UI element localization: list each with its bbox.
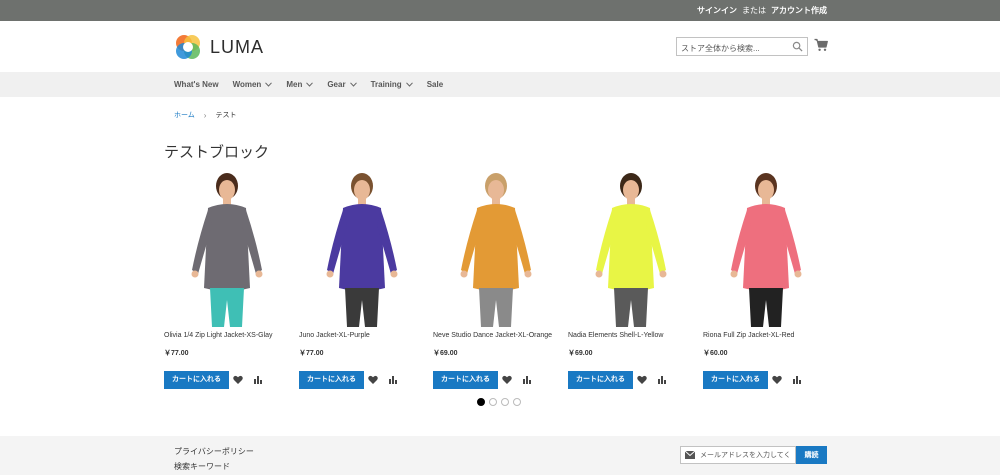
product-price: ￥69.00 xyxy=(568,350,593,357)
nav-item-sale[interactable]: Sale xyxy=(427,80,443,89)
product-name[interactable]: Riona Full Zip Jacket-XL-Red xyxy=(703,332,794,339)
nav-item-label: Training xyxy=(370,80,402,89)
product-name[interactable]: Olivia 1/4 Zip Light Jacket-XS-Glay xyxy=(164,332,273,339)
footer-link-search-terms[interactable]: 検索キーワード xyxy=(174,461,230,472)
logo[interactable]: LUMA xyxy=(174,33,264,61)
product-image[interactable] xyxy=(703,170,830,327)
compare-icon[interactable] xyxy=(792,375,802,385)
product-price: ￥77.00 xyxy=(299,350,324,357)
breadcrumb: ホーム › テスト xyxy=(174,110,236,120)
product-price: ￥77.00 xyxy=(164,350,189,357)
nav-item-men[interactable]: Men xyxy=(286,80,314,89)
create-account-link[interactable]: アカウント作成 xyxy=(771,6,827,15)
compare-icon[interactable] xyxy=(657,375,667,385)
product-image[interactable] xyxy=(568,170,695,327)
add-to-cart-button[interactable]: カートに入れる xyxy=(568,371,633,389)
nav-item-label: Gear xyxy=(327,80,346,89)
carousel-dot[interactable] xyxy=(477,398,485,406)
luma-logo-icon xyxy=(176,35,200,59)
add-to-cart-button[interactable]: カートに入れる xyxy=(164,371,229,389)
product-price: ￥60.00 xyxy=(703,350,728,357)
heart-icon[interactable] xyxy=(233,375,243,385)
heart-icon[interactable] xyxy=(368,375,378,385)
mail-icon xyxy=(685,451,695,459)
carousel-dot[interactable] xyxy=(489,398,497,406)
footer-link-privacy[interactable]: プライバシーポリシー xyxy=(174,446,254,457)
carousel-pager xyxy=(477,398,525,406)
product-card: Olivia 1/4 Zip Light Jacket-XS-Glay ￥77.… xyxy=(164,170,291,395)
compare-icon[interactable] xyxy=(253,375,263,385)
heart-icon[interactable] xyxy=(637,375,647,385)
top-bar: サインイン または アカウント作成 xyxy=(0,0,1000,21)
chevron-down-icon xyxy=(349,82,357,87)
page-title: テストブロック xyxy=(164,144,270,161)
nav-item-label: Men xyxy=(286,80,303,89)
header: LUMA xyxy=(0,21,1000,72)
or-text: または xyxy=(742,6,766,15)
subscribe-button[interactable]: 購読 xyxy=(796,446,827,464)
nav-item-gear[interactable]: Gear xyxy=(327,80,357,89)
product-name[interactable]: Neve Studio Dance Jacket-XL-Orange xyxy=(433,332,552,339)
nav-item-label: Sale xyxy=(426,80,444,89)
heart-icon[interactable] xyxy=(502,375,512,385)
breadcrumb-separator: › xyxy=(203,110,207,120)
product-image[interactable] xyxy=(433,170,560,327)
carousel-dot[interactable] xyxy=(513,398,521,406)
logo-text: LUMA xyxy=(210,36,265,57)
newsletter-box xyxy=(680,446,796,464)
product-grid: Olivia 1/4 Zip Light Jacket-XS-Glay ￥77.… xyxy=(164,170,840,395)
nav-item-label: What's New xyxy=(174,80,219,89)
add-to-cart-button[interactable]: カートに入れる xyxy=(299,371,364,389)
breadcrumb-home[interactable]: ホーム xyxy=(174,110,195,120)
heart-icon[interactable] xyxy=(772,375,782,385)
nav-item-label: Women xyxy=(232,80,262,89)
search-box xyxy=(676,37,808,57)
compare-icon[interactable] xyxy=(388,375,398,385)
product-name[interactable]: Juno Jacket-XL-Purple xyxy=(299,332,370,339)
add-to-cart-button[interactable]: カートに入れる xyxy=(433,371,498,389)
product-card: Nadia Elements Shell-L-Yellow ￥69.00 カート… xyxy=(568,170,695,395)
chevron-down-icon xyxy=(265,82,273,87)
compare-icon[interactable] xyxy=(522,375,532,385)
nav-item-what-s-new[interactable]: What's New xyxy=(174,80,219,89)
product-card: Juno Jacket-XL-Purple ￥77.00 カートに入れる xyxy=(299,170,426,395)
cart-icon[interactable] xyxy=(814,38,828,52)
add-to-cart-button[interactable]: カートに入れる xyxy=(703,371,768,389)
header-links: サインイン または アカウント作成 xyxy=(697,0,827,21)
product-image[interactable] xyxy=(164,170,291,327)
footer: プライバシーポリシー 検索キーワード 購読 xyxy=(0,436,1000,475)
breadcrumb-current: テスト xyxy=(215,112,237,119)
main-nav: What's New Women Men Gear Training Sale xyxy=(0,72,1000,97)
search-icon[interactable] xyxy=(792,41,803,52)
newsletter-email-input[interactable] xyxy=(698,447,794,463)
nav-item-training[interactable]: Training xyxy=(371,80,413,89)
sign-in-link[interactable]: サインイン xyxy=(697,6,737,15)
product-card: Riona Full Zip Jacket-XL-Red ￥60.00 カートに… xyxy=(703,170,830,395)
product-price: ￥69.00 xyxy=(433,350,458,357)
product-name[interactable]: Nadia Elements Shell-L-Yellow xyxy=(568,332,663,339)
search-input[interactable] xyxy=(677,40,789,57)
nav-list: What's New Women Men Gear Training Sale xyxy=(174,72,457,97)
chevron-down-icon xyxy=(405,82,413,87)
product-image[interactable] xyxy=(299,170,426,327)
carousel-dot[interactable] xyxy=(501,398,509,406)
chevron-down-icon xyxy=(306,82,314,87)
nav-item-women[interactable]: Women xyxy=(233,80,273,89)
product-card: Neve Studio Dance Jacket-XL-Orange ￥69.0… xyxy=(433,170,560,395)
